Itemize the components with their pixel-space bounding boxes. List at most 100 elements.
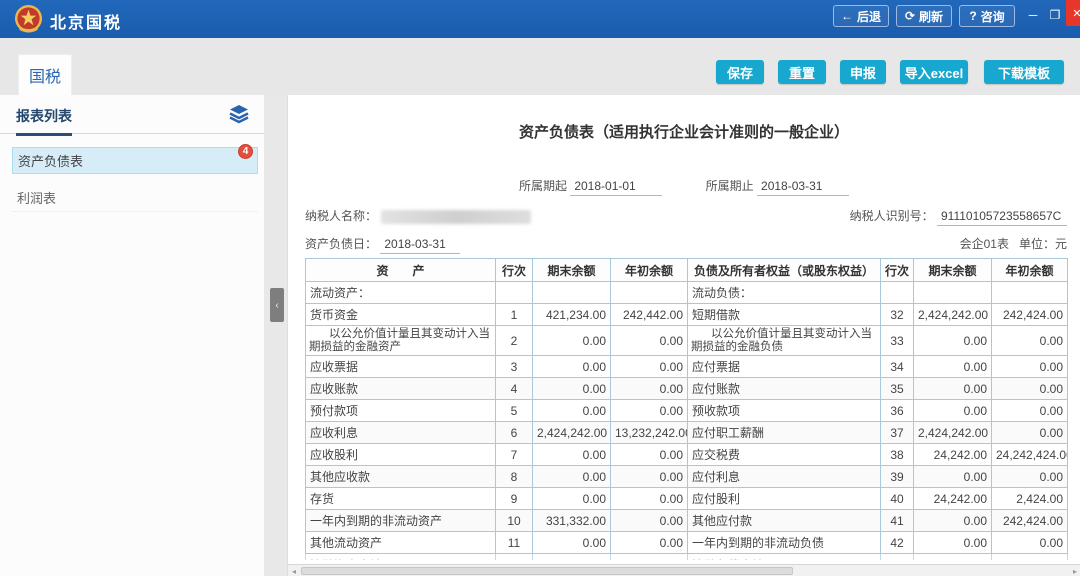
close-button[interactable]: ✕ bbox=[1066, 0, 1080, 26]
amount-cell[interactable]: 0.00 bbox=[611, 510, 688, 532]
line-number-cell bbox=[496, 282, 533, 304]
amount-cell[interactable]: 242,442.00 bbox=[611, 304, 688, 326]
amount-cell[interactable]: 0.00 bbox=[611, 378, 688, 400]
restore-button[interactable]: ❐ bbox=[1046, 7, 1064, 23]
line-number-cell: 32 bbox=[881, 304, 914, 326]
table-row: 应收票据30.000.00应付票据340.000.00 bbox=[306, 356, 1068, 378]
amount-cell[interactable]: 2,424,242.00 bbox=[533, 422, 611, 444]
amount-cell[interactable]: 0.00 bbox=[611, 326, 688, 356]
amount-cell[interactable]: 0.00 bbox=[992, 378, 1068, 400]
amount-cell[interactable]: 2,424,242.00 bbox=[914, 304, 992, 326]
sidebar-item-income-statement[interactable]: 利润表 bbox=[12, 184, 258, 212]
line-number-cell bbox=[881, 282, 914, 304]
amount-cell[interactable]: 421,234.00 bbox=[533, 304, 611, 326]
amount-cell[interactable]: 0.00 bbox=[992, 466, 1068, 488]
save-button[interactable]: 保存 bbox=[716, 60, 764, 84]
amount-cell[interactable]: 0.00 bbox=[533, 444, 611, 466]
amount-cell[interactable]: 242,424.00 bbox=[992, 304, 1068, 326]
tab-guoshui[interactable]: 国税 bbox=[18, 54, 72, 95]
amount-cell[interactable] bbox=[992, 282, 1068, 304]
amount-cell[interactable]: 0.00 bbox=[533, 400, 611, 422]
amount-cell[interactable]: 0.00 bbox=[611, 488, 688, 510]
amount-cell[interactable]: 0.00 bbox=[992, 532, 1068, 554]
amount-cell[interactable] bbox=[611, 282, 688, 304]
period-start-input[interactable]: 2018-01-01 bbox=[570, 179, 662, 196]
amount-cell bbox=[992, 554, 1068, 561]
amount-cell[interactable]: 0.00 bbox=[992, 422, 1068, 444]
amount-cell[interactable]: 24,242.00 bbox=[914, 488, 992, 510]
table-header-row: 资 产行次期末余额年初余额负债及所有者权益（或股东权益）行次期末余额年初余额 bbox=[306, 259, 1068, 282]
line-number-cell: 11 bbox=[496, 532, 533, 554]
scrollbar-thumb[interactable] bbox=[301, 567, 793, 575]
taxpayer-name-redacted bbox=[381, 210, 531, 224]
amount-cell[interactable]: 0.00 bbox=[533, 466, 611, 488]
table-row: 应收账款40.000.00应付账款350.000.00 bbox=[306, 378, 1068, 400]
horizontal-scrollbar[interactable]: ◂ ▸ bbox=[288, 564, 1080, 576]
amount-cell[interactable]: 0.00 bbox=[914, 326, 992, 356]
back-button[interactable]: ← 后退 bbox=[833, 5, 889, 27]
amount-cell[interactable]: 331,332.00 bbox=[533, 510, 611, 532]
sidebar-item-balance-sheet[interactable]: 资产负债表 4 bbox=[12, 147, 258, 174]
amount-cell bbox=[611, 554, 688, 561]
amount-cell bbox=[533, 554, 611, 561]
line-number-cell: 4 bbox=[496, 378, 533, 400]
amount-cell[interactable]: 0.00 bbox=[533, 356, 611, 378]
amount-cell[interactable]: 0.00 bbox=[611, 444, 688, 466]
amount-cell[interactable]: 0.00 bbox=[533, 378, 611, 400]
table-row: 一年内到期的非流动资产10331,332.000.00其他应付款410.0024… bbox=[306, 510, 1068, 532]
amount-cell[interactable]: 0.00 bbox=[914, 466, 992, 488]
amount-cell[interactable]: 24,242.00 bbox=[914, 444, 992, 466]
amount-cell[interactable]: 0.00 bbox=[992, 356, 1068, 378]
amount-cell[interactable]: 0.00 bbox=[914, 510, 992, 532]
amount-cell[interactable]: 0.00 bbox=[914, 532, 992, 554]
table-row: 其他应收款80.000.00应付利息390.000.00 bbox=[306, 466, 1068, 488]
amount-cell[interactable] bbox=[914, 282, 992, 304]
amount-cell[interactable]: 0.00 bbox=[533, 488, 611, 510]
scroll-left-arrow-icon[interactable]: ◂ bbox=[289, 566, 299, 576]
taxpayer-name-label: 纳税人名称： bbox=[305, 209, 377, 223]
amount-cell[interactable]: 24,242,424.00 bbox=[992, 444, 1068, 466]
back-button-label: 后退 bbox=[857, 8, 881, 25]
balance-sheet-table-wrap: 资 产行次期末余额年初余额负债及所有者权益（或股东权益）行次期末余额年初余额 流… bbox=[305, 258, 1068, 560]
amount-cell[interactable]: 0.00 bbox=[533, 532, 611, 554]
declare-button[interactable]: 申报 bbox=[840, 60, 886, 84]
refresh-button[interactable]: ⟳ 刷新 bbox=[896, 5, 952, 27]
amount-cell[interactable]: 242,424.00 bbox=[992, 510, 1068, 532]
line-number-cell: 2 bbox=[496, 326, 533, 356]
amount-cell[interactable]: 0.00 bbox=[914, 378, 992, 400]
amount-cell[interactable]: 2,424,242.00 bbox=[914, 422, 992, 444]
label-cell: 货币资金 bbox=[306, 304, 496, 326]
amount-cell[interactable] bbox=[533, 282, 611, 304]
line-number-cell: 41 bbox=[881, 510, 914, 532]
import-excel-button[interactable]: 导入excel bbox=[900, 60, 968, 84]
scroll-right-arrow-icon[interactable]: ▸ bbox=[1070, 566, 1080, 576]
layers-icon[interactable] bbox=[228, 104, 250, 124]
column-header: 行次 bbox=[881, 259, 914, 282]
amount-cell[interactable]: 13,232,242.00 bbox=[611, 422, 688, 444]
column-header: 期末余额 bbox=[914, 259, 992, 282]
amount-cell[interactable]: 0.00 bbox=[992, 400, 1068, 422]
label-cell: 应付股利 bbox=[688, 488, 881, 510]
balance-date-input[interactable]: 2018-03-31 bbox=[380, 237, 460, 254]
taxpayer-id-label: 纳税人识别号： bbox=[850, 209, 934, 223]
help-button-label: 咨询 bbox=[981, 8, 1005, 25]
sidebar-title: 报表列表 bbox=[16, 106, 72, 126]
amount-cell[interactable]: 0.00 bbox=[611, 400, 688, 422]
amount-cell[interactable]: 0.00 bbox=[611, 466, 688, 488]
sidebar-collapse-handle[interactable]: ‹ bbox=[270, 288, 284, 322]
app-title: 北京国税 bbox=[50, 9, 122, 33]
amount-cell[interactable]: 0.00 bbox=[533, 326, 611, 356]
amount-cell[interactable]: 0.00 bbox=[914, 400, 992, 422]
amount-cell[interactable]: 2,424.00 bbox=[992, 488, 1068, 510]
help-button[interactable]: ? 咨询 bbox=[959, 5, 1015, 27]
amount-cell[interactable]: 0.00 bbox=[611, 532, 688, 554]
amount-cell[interactable]: 0.00 bbox=[914, 356, 992, 378]
period-end-input[interactable]: 2018-03-31 bbox=[757, 179, 849, 196]
amount-cell[interactable]: 0.00 bbox=[611, 356, 688, 378]
line-number-cell: 39 bbox=[881, 466, 914, 488]
download-template-button[interactable]: 下载模板 bbox=[984, 60, 1064, 84]
reset-button[interactable]: 重置 bbox=[778, 60, 826, 84]
minimize-button[interactable]: ─ bbox=[1024, 7, 1042, 23]
amount-cell[interactable]: 0.00 bbox=[992, 326, 1068, 356]
line-number-cell: 3 bbox=[496, 356, 533, 378]
